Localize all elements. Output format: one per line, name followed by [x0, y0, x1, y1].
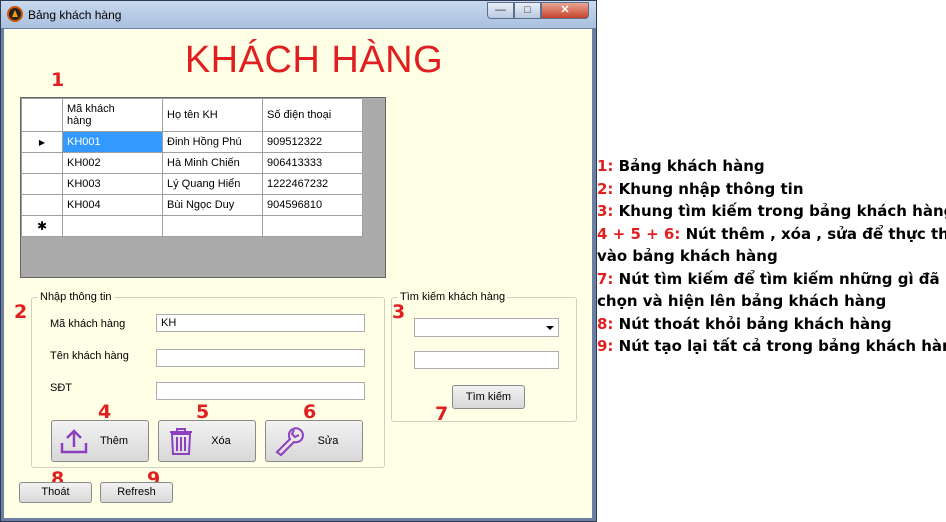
column-header-label: Mã khách hàng [67, 103, 115, 127]
row-header-corner [21, 98, 63, 132]
add-button-label: Thêm [99, 435, 129, 447]
close-button[interactable]: ✕ [541, 2, 589, 19]
customer-name-input[interactable] [156, 349, 365, 367]
table-row[interactable]: KH003 Lý Quang Hiển 1222467232 [21, 173, 363, 195]
grid-header-row: Mã khách hàng Họ tên KH Số điện thoại [21, 98, 363, 132]
legend-text: chọn và hiện lên bảng khách hàng [597, 292, 887, 310]
form-title: KHÁCH HÀNG [184, 39, 444, 81]
delete-button-label: Xóa [211, 435, 231, 447]
legend-number: 4 + 5 + 6: [597, 224, 681, 243]
annotation-legend: 1: Bảng khách hàng 2: Khung nhập thông t… [597, 155, 946, 358]
table-cell[interactable]: KH002 [62, 152, 163, 174]
legend-text: Nút thêm , xóa , sửa để thực thi [680, 224, 946, 243]
add-button[interactable]: Thêm [51, 420, 149, 462]
legend-text: Bảng khách hàng [613, 157, 765, 175]
legend-number: 1: [597, 157, 614, 175]
annotation-1: 1 [51, 69, 65, 91]
grid-table: Mã khách hàng Họ tên KH Số điện thoại ▶ … [21, 98, 363, 237]
upload-icon [60, 429, 88, 454]
legend-text: Khung tìm kiếm trong bảng khách hàng [613, 202, 946, 220]
legend-line: 2: Khung nhập thông tin [597, 178, 946, 201]
search-groupbox-title: Tìm kiếm khách hàng [400, 291, 506, 303]
edit-button[interactable]: Sửa [265, 420, 363, 462]
legend-number: 9: [597, 337, 614, 355]
table-cell[interactable]: KH003 [62, 173, 163, 195]
maximize-button[interactable]: □ [514, 2, 541, 19]
current-row-indicator-icon[interactable]: ▶ [21, 131, 63, 153]
annotation-2: 2 [14, 301, 28, 323]
table-cell[interactable] [262, 215, 363, 237]
new-row-asterisk-icon[interactable]: ✱ [21, 215, 63, 237]
table-cell[interactable]: 904596810 [262, 194, 363, 216]
legend-line: 9: Nút tạo lại tất cả trong bảng khách h… [597, 335, 946, 358]
window-title: Bảng khách hàng [28, 8, 122, 22]
trash-icon [170, 428, 192, 455]
legend-line: 7: Nút tìm kiếm để tìm kiếm những gì đã [597, 268, 946, 291]
legend-number: 8: [597, 314, 614, 333]
form-client-area: KHÁCH HÀNG 1 Mã khách hàng Họ tên KH Số … [4, 29, 592, 518]
table-cell[interactable]: 1222467232 [262, 173, 363, 195]
row-header[interactable] [21, 173, 63, 195]
table-cell[interactable]: 906413333 [262, 152, 363, 174]
legend-line: vào bảng khách hàng [597, 245, 946, 268]
table-cell[interactable] [162, 215, 263, 237]
column-header-ma-khach-hang[interactable]: Mã khách hàng [62, 98, 163, 132]
table-cell[interactable]: Lý Quang Hiển [162, 173, 263, 195]
legend-number: 2: [597, 179, 614, 198]
row-header[interactable] [21, 194, 63, 216]
table-cell[interactable]: Hà Minh Chiến [162, 152, 263, 174]
table-cell[interactable]: Đinh Hồng Phú [162, 131, 263, 153]
refresh-button[interactable]: Refresh [100, 482, 173, 503]
legend-text: Khung nhập thông tin [613, 179, 804, 198]
customer-id-input[interactable] [156, 314, 365, 332]
app-window: Bảng khách hàng — □ ✕ KHÁCH HÀNG 1 Mã kh… [0, 0, 597, 522]
table-cell[interactable]: 909512322 [262, 131, 363, 153]
table-cell[interactable]: KH001 [62, 131, 163, 153]
search-button[interactable]: Tìm kiếm [452, 385, 525, 409]
table-row[interactable]: KH002 Hà Minh Chiến 906413333 [21, 152, 363, 174]
app-icon [7, 6, 23, 22]
wrench-icon [275, 427, 304, 457]
legend-line: 8: Nút thoát khỏi bảng khách hàng [597, 313, 946, 336]
table-cell[interactable]: KH004 [62, 194, 163, 216]
column-header-ho-ten[interactable]: Họ tên KH [162, 98, 263, 132]
table-cell[interactable] [62, 215, 163, 237]
table-row[interactable]: KH004 Bùi Ngọc Duy 904596810 [21, 194, 363, 216]
edit-button-label: Sửa [317, 435, 339, 447]
legend-number: 3: [597, 202, 614, 220]
legend-text: Nút thoát khỏi bảng khách hàng [613, 314, 892, 333]
table-row[interactable]: ▶ KH001 Đinh Hồng Phú 909512322 [21, 131, 363, 153]
column-header-sdt[interactable]: Số điện thoại [262, 98, 363, 132]
phone-input[interactable] [156, 382, 365, 400]
legend-text: vào bảng khách hàng [597, 247, 778, 265]
row-header[interactable] [21, 152, 63, 174]
legend-text: Nút tìm kiếm để tìm kiếm những gì đã [613, 269, 940, 288]
legend-line: 3: Khung tìm kiếm trong bảng khách hàng [597, 200, 946, 223]
input-groupbox-title: Nhập thông tin [40, 291, 112, 303]
legend-line: 1: Bảng khách hàng [597, 155, 946, 178]
phone-label: SĐT [50, 382, 72, 394]
table-cell[interactable]: Bùi Ngọc Duy [162, 194, 263, 216]
legend-number: 7: [597, 269, 614, 288]
legend-line: 4 + 5 + 6: Nút thêm , xóa , sửa để thực … [597, 223, 946, 246]
customer-grid[interactable]: Mã khách hàng Họ tên KH Số điện thoại ▶ … [20, 97, 386, 278]
minimize-button[interactable]: — [487, 2, 514, 19]
exit-button[interactable]: Thoát [19, 482, 92, 503]
new-row[interactable]: ✱ [21, 215, 363, 237]
title-bar[interactable]: Bảng khách hàng — □ ✕ [1, 1, 596, 28]
delete-button[interactable]: Xóa [158, 420, 256, 462]
customer-id-label: Mã khách hàng [50, 318, 126, 330]
chevron-down-icon[interactable] [546, 326, 554, 330]
legend-line: chọn và hiện lên bảng khách hàng [597, 290, 946, 313]
customer-name-label: Tên khách hàng [50, 350, 129, 362]
legend-text: Nút tạo lại tất cả trong bảng khách hàng [613, 337, 946, 355]
search-input[interactable] [414, 351, 559, 369]
search-field-dropdown[interactable] [414, 318, 559, 337]
